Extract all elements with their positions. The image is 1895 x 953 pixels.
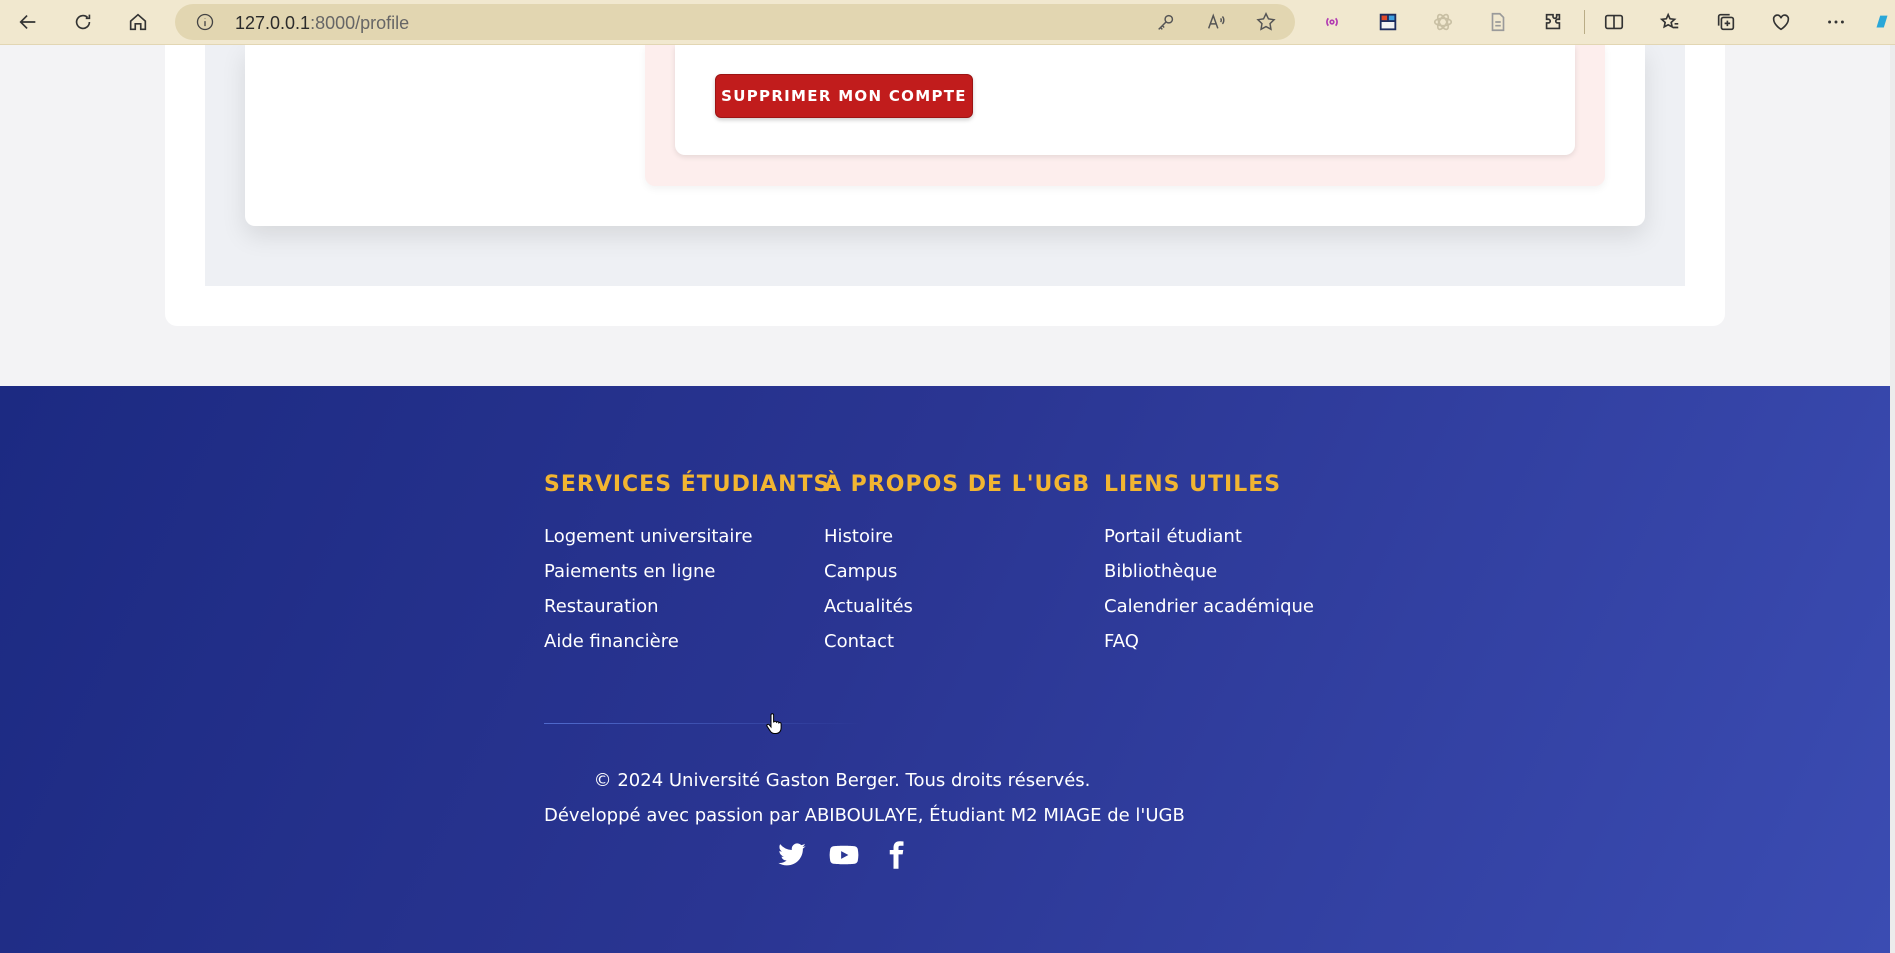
profile-settings-card: SUPPRIMER MON COMPTE	[245, 45, 1645, 226]
url-path: :8000/profile	[310, 13, 410, 33]
extension-dashboard-icon[interactable]	[1372, 6, 1404, 38]
refresh-icon	[75, 14, 91, 30]
extensions-puzzle-icon[interactable]	[1537, 6, 1569, 38]
footer-link-portail[interactable]: Portail étudiant	[1104, 526, 1242, 547]
more-options-icon[interactable]	[1820, 6, 1852, 38]
home-button[interactable]	[122, 6, 154, 38]
password-key-icon[interactable]	[1155, 11, 1177, 38]
delete-account-card: SUPPRIMER MON COMPTE	[675, 45, 1575, 155]
footer-link-campus[interactable]: Campus	[824, 561, 897, 582]
extension-radio-icon[interactable]	[1316, 6, 1348, 38]
footer-link-histoire[interactable]: Histoire	[824, 526, 893, 547]
delete-account-button[interactable]: SUPPRIMER MON COMPTE	[715, 74, 973, 118]
footer-link-item: Histoire	[824, 519, 1090, 554]
profile-outer-card: SUPPRIMER MON COMPTE	[165, 45, 1725, 326]
address-bar[interactable]: 127.0.0.1:8000/profile	[175, 4, 1295, 40]
refresh-button[interactable]	[67, 6, 99, 38]
split-screen-icon[interactable]	[1598, 6, 1630, 38]
footer-link-paiements[interactable]: Paiements en ligne	[544, 561, 715, 582]
footer-heading-services: SERVICES ÉTUDIANTS	[544, 472, 831, 497]
footer-link-calendrier[interactable]: Calendrier académique	[1104, 596, 1314, 617]
footer-link-item: Aide financière	[544, 624, 830, 659]
back-button[interactable]	[12, 6, 44, 38]
footer-link-actualites[interactable]: Actualités	[824, 596, 913, 617]
back-arrow-icon	[19, 14, 36, 30]
footer-link-item: Contact	[824, 624, 1090, 659]
youtube-icon[interactable]	[828, 839, 860, 871]
hand-cursor-icon	[765, 713, 783, 740]
footer-link-aide-financiere[interactable]: Aide financière	[544, 631, 679, 652]
footer-copyright: © 2024 Université Gaston Berger. Tous dr…	[593, 770, 1091, 791]
footer-link-item: Portail étudiant	[1104, 519, 1314, 554]
twitter-icon[interactable]	[776, 839, 808, 871]
favorite-star-icon[interactable]	[1255, 11, 1277, 38]
footer-link-item: Bibliothèque	[1104, 554, 1314, 589]
footer-heading-useful-links: LIENS UTILES	[1104, 472, 1282, 497]
footer-column-about: À PROPOS DE L'UGB Histoire Campus Actual…	[824, 472, 1090, 659]
footer-link-item: Actualités	[824, 589, 1090, 624]
home-icon	[129, 13, 147, 31]
extension-react-icon[interactable]	[1427, 6, 1459, 38]
footer-column-services: SERVICES ÉTUDIANTS Logement universitair…	[544, 472, 830, 659]
footer-divider	[544, 723, 864, 724]
footer-link-item: Restauration	[544, 589, 830, 624]
facebook-icon[interactable]	[880, 839, 912, 871]
toolbar-separator	[1584, 10, 1585, 34]
read-aloud-icon[interactable]	[1205, 11, 1227, 38]
footer-link-item: Paiements en ligne	[544, 554, 830, 589]
site-info-icon[interactable]	[195, 12, 215, 37]
footer-link-item: Campus	[824, 554, 1090, 589]
url-host: 127.0.0.1	[235, 13, 311, 33]
collections-icon[interactable]	[1710, 6, 1742, 38]
delete-account-section: SUPPRIMER MON COMPTE	[645, 45, 1605, 186]
footer-link-contact[interactable]: Contact	[824, 631, 894, 652]
footer-link-logement[interactable]: Logement universitaire	[544, 526, 753, 547]
profile-section-background: SUPPRIMER MON COMPTE	[205, 45, 1685, 286]
footer-link-restauration[interactable]: Restauration	[544, 596, 659, 617]
url-text[interactable]: 127.0.0.1:8000/profile	[235, 13, 409, 34]
footer-link-item: Calendrier académique	[1104, 589, 1314, 624]
social-links	[776, 839, 912, 871]
footer-heading-about: À PROPOS DE L'UGB	[824, 472, 1091, 497]
footer-link-item: FAQ	[1104, 624, 1314, 659]
footer-column-useful-links: LIENS UTILES Portail étudiant Bibliothèq…	[1104, 472, 1314, 659]
footer-credits: Développé avec passion par ABIBOULAYE, É…	[544, 805, 1185, 826]
footer-link-item: Logement universitaire	[544, 519, 830, 554]
footer-link-bibliotheque[interactable]: Bibliothèque	[1104, 561, 1217, 582]
site-footer: SERVICES ÉTUDIANTS Logement universitair…	[0, 386, 1890, 953]
page-content: SUPPRIMER MON COMPTE SERVICES ÉTUDIANTS …	[0, 45, 1890, 953]
browser-toolbar: 127.0.0.1:8000/profile	[0, 0, 1895, 45]
browser-essentials-icon[interactable]	[1765, 6, 1797, 38]
extension-document-icon[interactable]	[1482, 6, 1514, 38]
scrollbar-track[interactable]	[1890, 45, 1895, 953]
favorites-list-icon[interactable]	[1654, 6, 1686, 38]
footer-link-faq[interactable]: FAQ	[1104, 631, 1139, 652]
copilot-icon[interactable]	[1866, 6, 1895, 38]
